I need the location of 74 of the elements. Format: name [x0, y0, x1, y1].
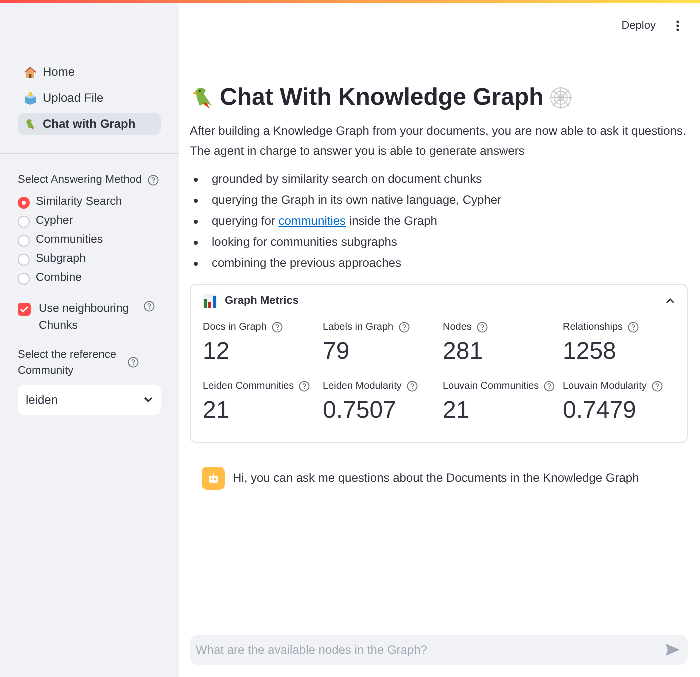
checkbox-label: Use neighbouring Chunks	[39, 302, 130, 334]
ballot-box-icon	[24, 92, 37, 104]
radio-button[interactable]	[18, 254, 30, 266]
bullet-icon	[194, 240, 198, 244]
page-title: Chat With Knowledge Graph	[220, 83, 544, 113]
nav-link[interactable]: Chat with Graph	[18, 113, 161, 135]
help-icon[interactable]	[144, 300, 155, 312]
method-label: Select Answering Method	[18, 173, 142, 188]
metric-value: 12	[203, 336, 231, 366]
metric-label: Louvain Communities	[443, 380, 540, 394]
radio-label: Similarity Search	[36, 194, 122, 210]
metric-label: Relationships	[563, 320, 624, 334]
list-item-text: combining the previous approaches	[212, 255, 402, 272]
metric-label: Nodes	[443, 320, 472, 334]
bullet-icon	[194, 198, 198, 202]
bot-avatar	[202, 466, 225, 490]
help-icon[interactable]	[628, 322, 640, 332]
radio-label: Communities	[36, 232, 104, 248]
nav-link[interactable]: Upload File	[18, 87, 161, 109]
metric-value: 21	[443, 396, 471, 426]
list-item-text: querying the Graph in its own native language, Cypher	[212, 192, 502, 209]
metric-label: Louvain Modularity	[563, 380, 647, 394]
radio-button[interactable]	[18, 272, 30, 284]
bar-chart-icon	[203, 294, 217, 308]
bullet-icon	[194, 178, 198, 182]
radio-label: Combine	[36, 270, 82, 286]
link[interactable]: communities	[278, 214, 346, 228]
checkmark-icon	[20, 306, 29, 312]
metric-value: 79	[323, 336, 351, 366]
radio-label: Subgraph	[36, 252, 86, 267]
chat-message: Hi, you can ask me questions about the Documents in the Knowledge Graph	[233, 470, 640, 487]
radio-label: Cypher	[36, 214, 74, 229]
metric-label: Labels in Graph	[323, 320, 394, 334]
intro-text: After building a Knowledge Graph from your documents, you are now able to ask it questions.	[190, 123, 688, 139]
help-icon[interactable]	[476, 322, 488, 332]
metric-value: 0.7479	[563, 396, 638, 426]
chevron-up-icon[interactable]	[666, 298, 675, 304]
list-item-text: grounded by similarity search on document chunks	[212, 171, 482, 188]
chat-input[interactable]: What are the available nodes in the Graph?	[190, 635, 688, 665]
parrot-icon	[24, 118, 37, 130]
checkbox[interactable]	[18, 302, 31, 316]
help-icon[interactable]	[128, 357, 139, 368]
help-icon[interactable]	[299, 380, 310, 392]
metric-value: 1258	[563, 336, 618, 366]
help-icon[interactable]	[398, 322, 410, 332]
help-icon[interactable]	[652, 380, 663, 392]
deploy-button[interactable]: Deploy	[618, 18, 660, 34]
metric-label: Docs in Graph	[203, 320, 267, 334]
metric-label: Leiden Modularity	[323, 380, 402, 394]
panel-title: Graph Metrics	[225, 294, 299, 309]
house-icon	[24, 66, 37, 78]
help-icon[interactable]	[148, 174, 160, 186]
metric-value: 0.7507	[323, 396, 398, 426]
metric-label: Leiden Communities	[203, 380, 294, 394]
help-icon[interactable]	[406, 380, 418, 392]
bullet-icon	[194, 220, 198, 224]
intro-text: The agent in charge to answer you is able to generate answers	[190, 143, 526, 159]
community-label: Select the reference Community	[18, 348, 118, 378]
help-icon[interactable]	[544, 380, 555, 392]
list-item-text: looking for communities subgraphs	[212, 234, 398, 251]
more-options-icon[interactable]	[676, 20, 680, 32]
radio-button[interactable]	[18, 234, 30, 246]
help-icon[interactable]	[272, 322, 283, 332]
spider-web-icon	[548, 85, 574, 111]
radio-button[interactable]	[18, 196, 30, 208]
list-item-text: querying for communities inside the Graph	[212, 213, 438, 230]
nav-link[interactable]: Home	[18, 61, 161, 83]
bullet-icon	[194, 262, 198, 266]
select-value: leiden	[26, 392, 58, 408]
metric-value: 21	[203, 396, 231, 426]
community-select[interactable]: leiden	[18, 384, 161, 414]
chevron-down-icon	[144, 396, 153, 402]
metric-value: 281	[443, 336, 484, 366]
radio-button[interactable]	[18, 216, 30, 228]
